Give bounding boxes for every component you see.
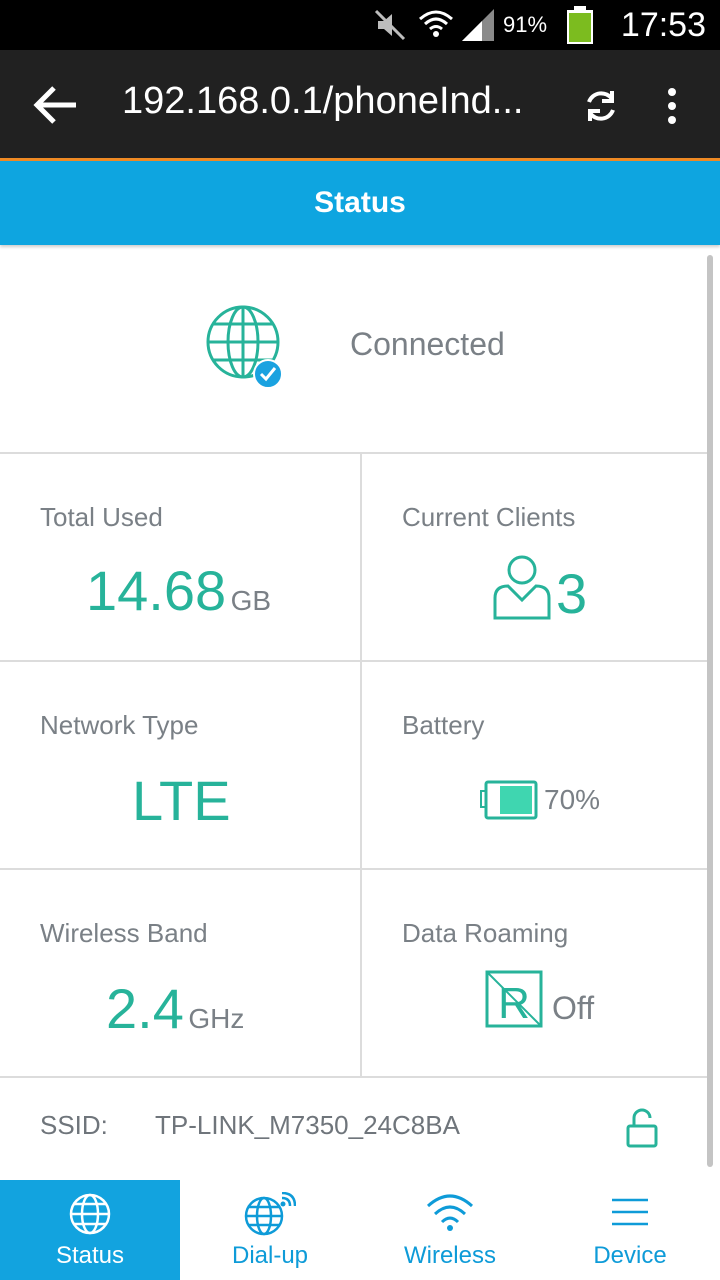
status-battery-percent: 91% (503, 12, 548, 37)
nav-status-label: Status (55, 1242, 125, 1269)
network-type-label: Network Type (40, 710, 199, 740)
wireless-band-value: 2.4 GHz (106, 976, 244, 1041)
roaming-icon: R (485, 970, 545, 1035)
globe-icon (0, 1192, 180, 1236)
globe-signal-icon (180, 1192, 360, 1236)
nav-wireless[interactable]: Wireless (360, 1180, 540, 1280)
battery-fill (500, 786, 532, 814)
globe-check-icon (205, 304, 285, 395)
svg-text:R: R (498, 979, 530, 1028)
battery-value: 70% (544, 784, 601, 815)
wireless-band-number: 2.4 (106, 977, 184, 1040)
scrollbar[interactable] (707, 255, 713, 1167)
mute-icon (372, 0, 408, 50)
wifi-icon (418, 0, 454, 50)
battery-level-icon (480, 780, 540, 825)
nav-dial-up-label: Dial-up (231, 1242, 309, 1269)
wireless-band-unit: GHz (188, 1003, 245, 1034)
refresh-icon[interactable] (582, 87, 620, 130)
browser-toolbar: 192.168.0.1/phoneInd... (0, 50, 720, 161)
nav-status[interactable]: Status (0, 1180, 180, 1280)
nav-dial-up[interactable]: Dial-up (180, 1180, 360, 1280)
page-title: Status (0, 161, 720, 245)
url-bar[interactable]: 192.168.0.1/phoneInd... (122, 80, 552, 123)
overflow-menu-icon[interactable] (660, 86, 684, 131)
ssid-label: SSID: (40, 1110, 108, 1140)
connection-status-panel: Connected (0, 246, 720, 452)
wireless-band-label: Wireless Band (40, 918, 208, 948)
battery-icon (565, 0, 595, 50)
bottom-navigation: Status Dial-up Wireless Device (0, 1180, 720, 1280)
connection-status-text: Connected (350, 326, 505, 362)
status-time: 17:53 (620, 5, 706, 44)
signal-icon (460, 0, 496, 50)
ssid-value: TP-LINK_M7350_24C8BA (155, 1110, 460, 1140)
divider (0, 452, 710, 454)
current-clients-label: Current Clients (402, 502, 576, 532)
divider (0, 868, 710, 870)
data-roaming-label: Data Roaming (402, 918, 569, 948)
total-used-number: 14.68 (86, 559, 227, 622)
nav-wireless-label: Wireless (403, 1242, 496, 1269)
menu-icon (540, 1192, 720, 1232)
nav-device-label: Device (593, 1242, 667, 1269)
back-arrow-icon[interactable] (30, 80, 80, 135)
battery-label: Battery (402, 710, 485, 740)
total-used-value: 14.68 GB (86, 558, 271, 623)
nav-device[interactable]: Device (540, 1180, 720, 1280)
column-divider (360, 453, 362, 1076)
divider (0, 660, 710, 662)
system-status-bar: 91% 17:53 (0, 0, 720, 50)
network-type-value: LTE (132, 769, 231, 832)
user-icon (492, 554, 552, 627)
data-roaming-value: Off (552, 990, 595, 1026)
current-clients-value: 3 (556, 562, 588, 625)
wifi-icon (360, 1192, 540, 1232)
unlock-icon[interactable] (624, 1108, 660, 1153)
total-used-label: Total Used (40, 502, 163, 532)
divider (0, 1076, 710, 1078)
total-used-unit: GB (230, 585, 272, 616)
